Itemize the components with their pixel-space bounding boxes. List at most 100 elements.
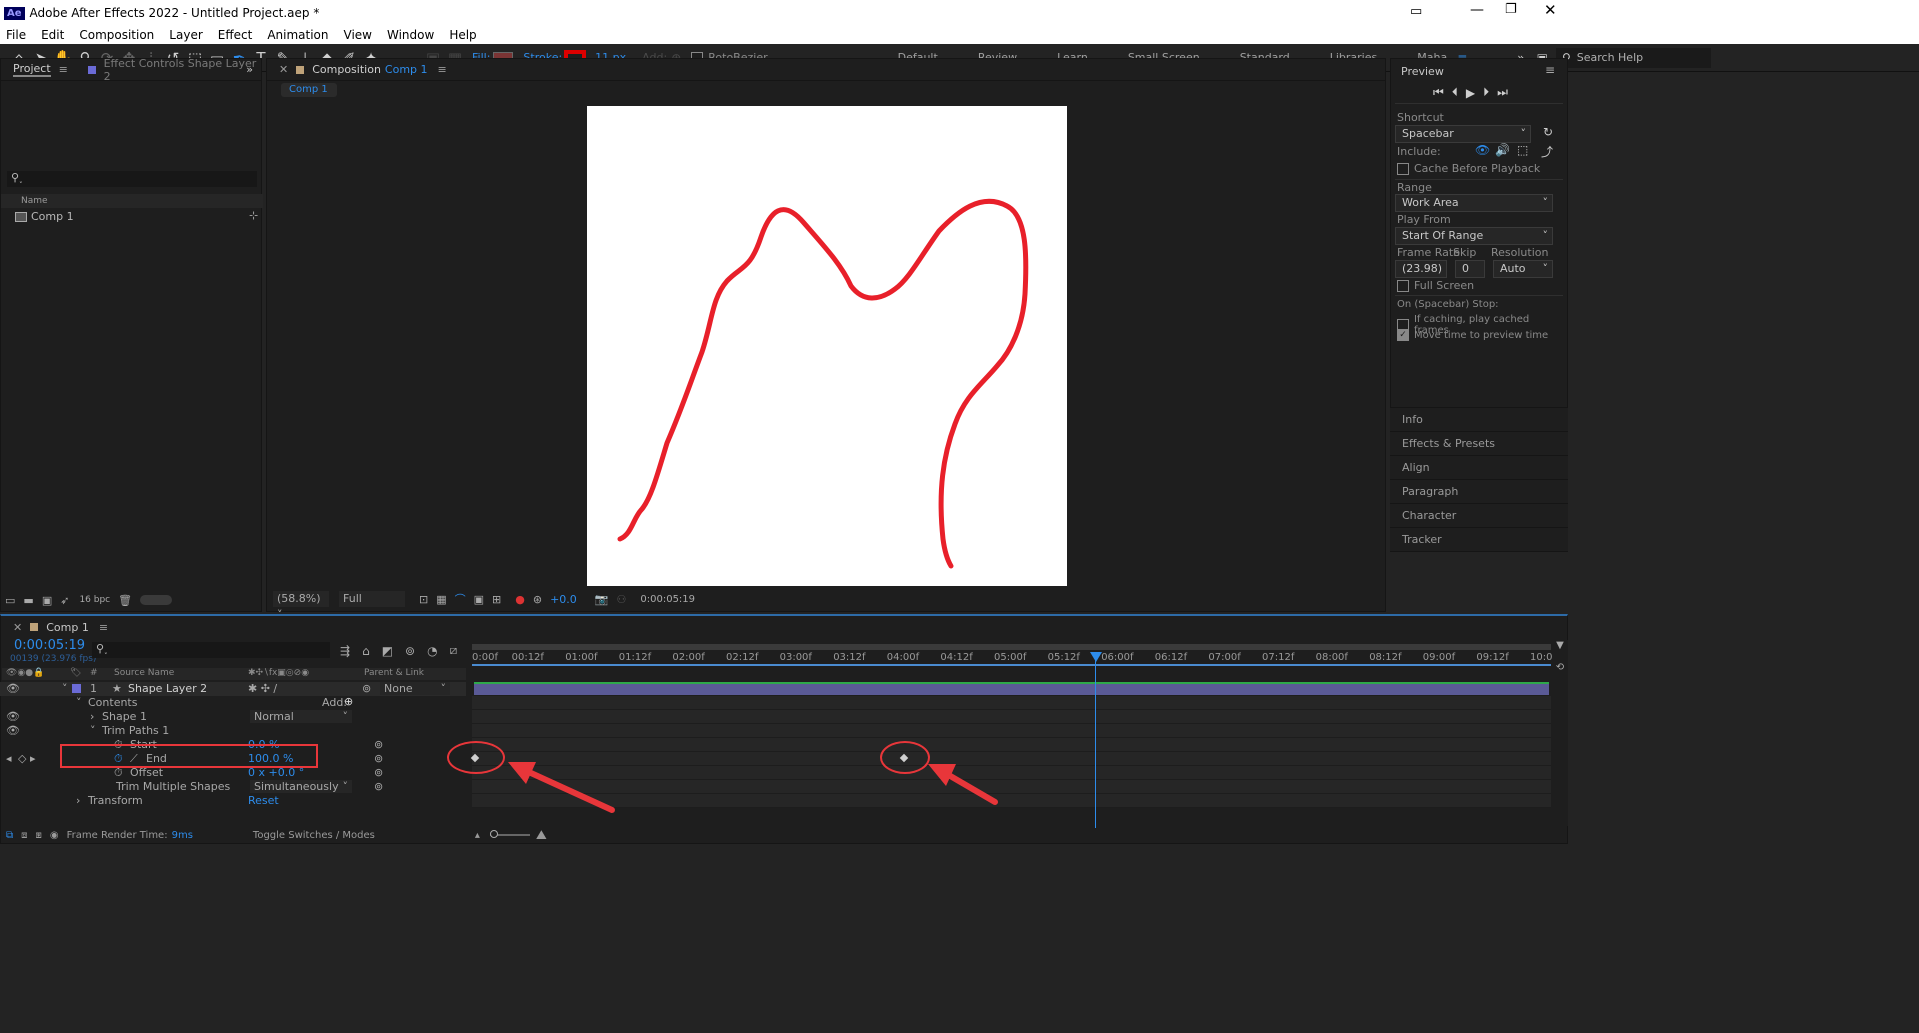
column-name[interactable]: Name [21, 196, 48, 206]
panel-info[interactable]: Info [1390, 408, 1568, 432]
panel-tracker[interactable]: Tracker [1390, 528, 1568, 552]
timeline-right-scroll[interactable]: ▼ ⟲ [1552, 640, 1568, 826]
expand-arrow-icon[interactable]: ˅ [90, 724, 96, 737]
visibility-icon[interactable]: 👁 [6, 710, 20, 723]
comp-lock-icon[interactable] [30, 623, 39, 631]
panel-menu-icon[interactable]: ≡ [1545, 63, 1555, 77]
render-queue-icon[interactable]: ➶ [60, 594, 69, 607]
last-frame-icon[interactable]: ⏭ [1497, 85, 1508, 100]
project-item[interactable]: Comp 1 [15, 210, 74, 223]
menu-view[interactable]: View [344, 28, 372, 42]
expand-arrow-icon[interactable]: › [90, 710, 94, 723]
panel-overflow-icon[interactable]: » [246, 63, 253, 76]
add-keyframe-icon[interactable]: ◇ [18, 752, 26, 765]
minimize-icon[interactable]: — [1470, 2, 1484, 18]
grid-icon[interactable]: ▣ [474, 593, 484, 606]
show-snapshot-icon[interactable]: ⚇ [617, 593, 627, 606]
menu-file[interactable]: File [6, 28, 26, 42]
tab-menu-icon[interactable]: ≡ [438, 63, 447, 76]
search-help[interactable]: ⚲ Search Help [1555, 47, 1711, 68]
add-icon[interactable]: ⊕ [344, 695, 353, 708]
parent-dropdown[interactable]: None ˅ [380, 682, 450, 695]
snapshot-icon[interactable]: 📷 [595, 593, 609, 606]
range-dropdown[interactable]: Work Area ˅ [1395, 194, 1553, 212]
panel-paragraph[interactable]: Paragraph [1390, 480, 1568, 504]
transparency-grid-icon[interactable]: ▦ [436, 593, 446, 606]
expand-arrow-icon[interactable]: ˅ [76, 696, 82, 709]
project-search-input[interactable]: ⚲˯ [7, 171, 257, 187]
composition-mini-flowchart-icon[interactable]: ⇶ [340, 644, 350, 658]
trim-multiple-dropdown[interactable]: Simultaneously ˅ [250, 780, 352, 793]
maximize-icon[interactable]: ❐ [1505, 2, 1517, 17]
shortcut-dropdown[interactable]: Spacebar ˅ [1395, 125, 1531, 143]
menu-animation[interactable]: Animation [267, 28, 328, 42]
end-value[interactable]: 100.0 % [248, 752, 293, 765]
visibility-icon[interactable]: 👁 [6, 682, 20, 695]
frame-rate-dropdown[interactable]: (23.98) [1395, 260, 1447, 278]
playhead-handle[interactable] [1090, 652, 1102, 662]
column-parent[interactable]: Parent & Link [364, 668, 424, 678]
trim-multiple-row[interactable]: Trim Multiple Shapes Simultaneously ˅ ⊚ [0, 780, 466, 794]
panel-character[interactable]: Character [1390, 504, 1568, 528]
tab-effect-controls[interactable]: Effect Controls Shape Layer 2 [104, 57, 261, 83]
expression-icon[interactable]: ⊚ [374, 738, 383, 751]
region-of-interest-icon[interactable]: ⊡ [419, 593, 428, 606]
reset-link[interactable]: Reset [248, 794, 279, 807]
panel-align[interactable]: Align [1390, 456, 1568, 480]
previous-frame-icon[interactable]: ⏴ [1452, 85, 1458, 100]
shy-layers-icon[interactable]: ◩ [382, 644, 393, 658]
zoom-in-icon[interactable]: ⛰ [536, 828, 547, 843]
layer-switches[interactable]: ✱ ✣ ∕ [248, 682, 277, 695]
tab-project[interactable]: Project [13, 62, 51, 77]
current-time[interactable]: 0:00:05:19 [14, 638, 85, 653]
play-from-dropdown[interactable]: Start Of Range ˅ [1395, 227, 1553, 245]
menu-composition[interactable]: Composition [79, 28, 154, 42]
menu-edit[interactable]: Edit [41, 28, 64, 42]
export-icon[interactable]: ⤴ [1541, 143, 1553, 160]
move-time-checkbox[interactable]: ✓ [1397, 329, 1409, 341]
comp-flowchart-icon[interactable]: ⧉ [6, 830, 13, 841]
expand-arrow-icon[interactable]: ˅ [62, 682, 68, 695]
layer-switches-icon[interactable]: ⧈ [21, 830, 27, 841]
panel-effects-presets[interactable]: Effects & Presets [1390, 432, 1568, 456]
new-folder-icon[interactable]: ▬ [23, 594, 33, 607]
trim-paths-row[interactable]: 👁 ˅ Trim Paths 1 [0, 724, 466, 738]
panel-toggle-icon[interactable]: ▭ [1410, 4, 1422, 19]
include-video-icon[interactable]: 👁 [1475, 143, 1490, 157]
include-audio-icon[interactable]: 🔊 [1495, 143, 1510, 157]
full-screen-checkbox[interactable] [1397, 279, 1409, 292]
composition-name[interactable]: Comp 1 [385, 63, 428, 76]
delete-icon[interactable]: 🗑 [118, 594, 132, 607]
stopwatch-active-icon[interactable]: ⏱ [114, 752, 123, 766]
stopwatch-icon[interactable]: ⏱ [114, 766, 123, 780]
flowchart-icon[interactable]: ⊹ [249, 209, 258, 222]
expression-icon[interactable]: ⊚ [374, 752, 383, 765]
magnification-dropdown[interactable]: (58.8%) ˅ [273, 591, 329, 621]
layer-duration-bar[interactable] [474, 682, 1549, 695]
channels-icon[interactable]: ● [515, 593, 525, 606]
menu-help[interactable]: Help [449, 28, 476, 42]
shape1-row[interactable]: 👁 › Shape 1 Normal ˅ [0, 710, 466, 724]
cache-checkbox[interactable] [1397, 162, 1409, 175]
next-keyframe-icon[interactable]: ▸ [30, 752, 36, 765]
layer-row[interactable]: 👁 ˅ 1 ★ Shape Layer 2 ✱ ✣ ∕ ⊚ None ˅ [0, 682, 466, 696]
composition-canvas[interactable] [587, 106, 1067, 586]
new-composition-icon[interactable]: ▣ [42, 594, 52, 607]
end-row[interactable]: ◂ ◇ ▸ ⏱ ⟋ End 100.0 % ⊚ [0, 744, 466, 768]
next-frame-icon[interactable]: ⏵ [1483, 85, 1489, 100]
graph-editor-icon[interactable]: ⧄ [450, 643, 458, 658]
first-frame-icon[interactable]: ⏮ [1433, 85, 1444, 100]
render-time-icon[interactable]: ◉ [50, 830, 59, 841]
comp-subtab[interactable]: Comp 1 [281, 83, 337, 97]
close-tab-icon[interactable]: ✕ [13, 621, 22, 634]
guides-icon[interactable]: ⊞ [492, 593, 501, 606]
current-time-display[interactable]: 0:00:05:19 [640, 594, 695, 605]
transform-row[interactable]: › Transform Reset [0, 794, 466, 808]
visibility-icon[interactable]: 👁 [6, 724, 20, 737]
graph-icon[interactable]: ⟋ [130, 752, 138, 766]
work-area-bar[interactable] [472, 644, 1551, 650]
project-thumbnail-slider[interactable] [140, 595, 173, 605]
drawn-path[interactable] [587, 106, 1067, 586]
column-source-name[interactable]: Source Name [114, 668, 174, 678]
expand-arrow-icon[interactable]: › [76, 794, 80, 807]
